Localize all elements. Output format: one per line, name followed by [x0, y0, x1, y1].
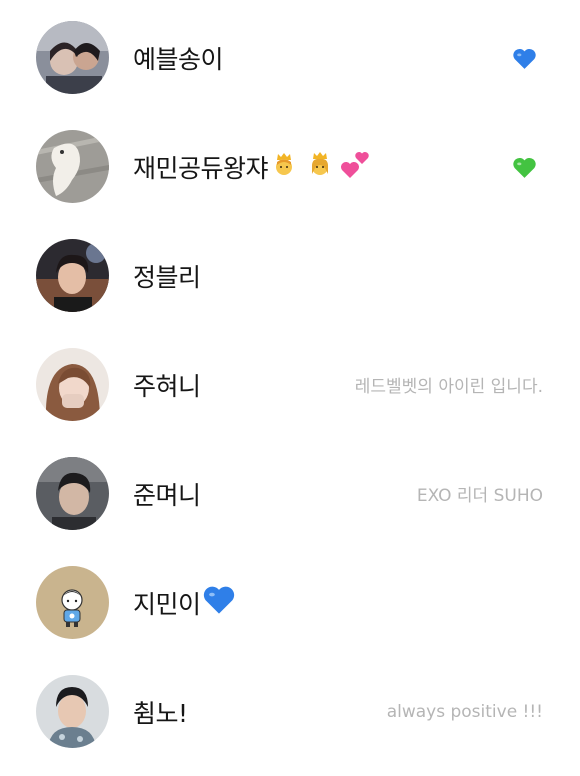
friend-row[interactable]: 췸노! always positive !!!	[0, 657, 580, 766]
friend-row[interactable]: 준며니 EXO 리더 SUHO	[0, 439, 580, 548]
green-heart-icon	[512, 156, 537, 183]
friend-row[interactable]: 지민이	[0, 548, 580, 657]
avatar[interactable]	[36, 130, 109, 203]
friend-name-text: 지민이	[133, 589, 201, 619]
friend-row[interactable]: 정블리	[0, 221, 580, 330]
avatar[interactable]	[36, 348, 109, 421]
friend-row[interactable]: 주혀니 레드벨벳의 아이린 입니다.	[0, 330, 580, 439]
friend-row[interactable]: 예블송이	[0, 3, 580, 112]
princess-emoji-icon	[308, 150, 332, 183]
friend-name: 정블리	[133, 262, 201, 292]
avatar[interactable]	[36, 566, 109, 639]
prince-emoji-icon	[272, 151, 296, 183]
friends-list: 예블송이 재민공듀왕쟈 정블리 주혀니 레드벨벳의 아이린 입니다. 준며니 E…	[0, 0, 580, 776]
friend-name: 재민공듀왕쟈	[133, 112, 372, 221]
blue-heart-icon	[512, 47, 537, 74]
friend-name-text: 재민공듀왕쟈	[133, 153, 269, 183]
status-message: 레드벨벳의 아이린 입니다.	[354, 377, 543, 397]
friend-name: 지민이	[133, 548, 236, 657]
two-hearts-icon	[340, 148, 372, 186]
avatar[interactable]	[36, 675, 109, 748]
friend-name: 췸노!	[133, 698, 188, 728]
avatar[interactable]	[36, 239, 109, 312]
blue-heart-icon	[202, 584, 236, 621]
friend-name: 주혀니	[133, 371, 201, 401]
status-message: EXO 리더 SUHO	[416, 486, 543, 506]
avatar[interactable]	[36, 457, 109, 530]
status-message: always positive !!!	[386, 701, 543, 722]
avatar[interactable]	[36, 21, 109, 94]
friend-row[interactable]: 재민공듀왕쟈	[0, 112, 580, 221]
friend-name: 예블송이	[133, 44, 224, 74]
friend-name: 준며니	[133, 480, 201, 510]
